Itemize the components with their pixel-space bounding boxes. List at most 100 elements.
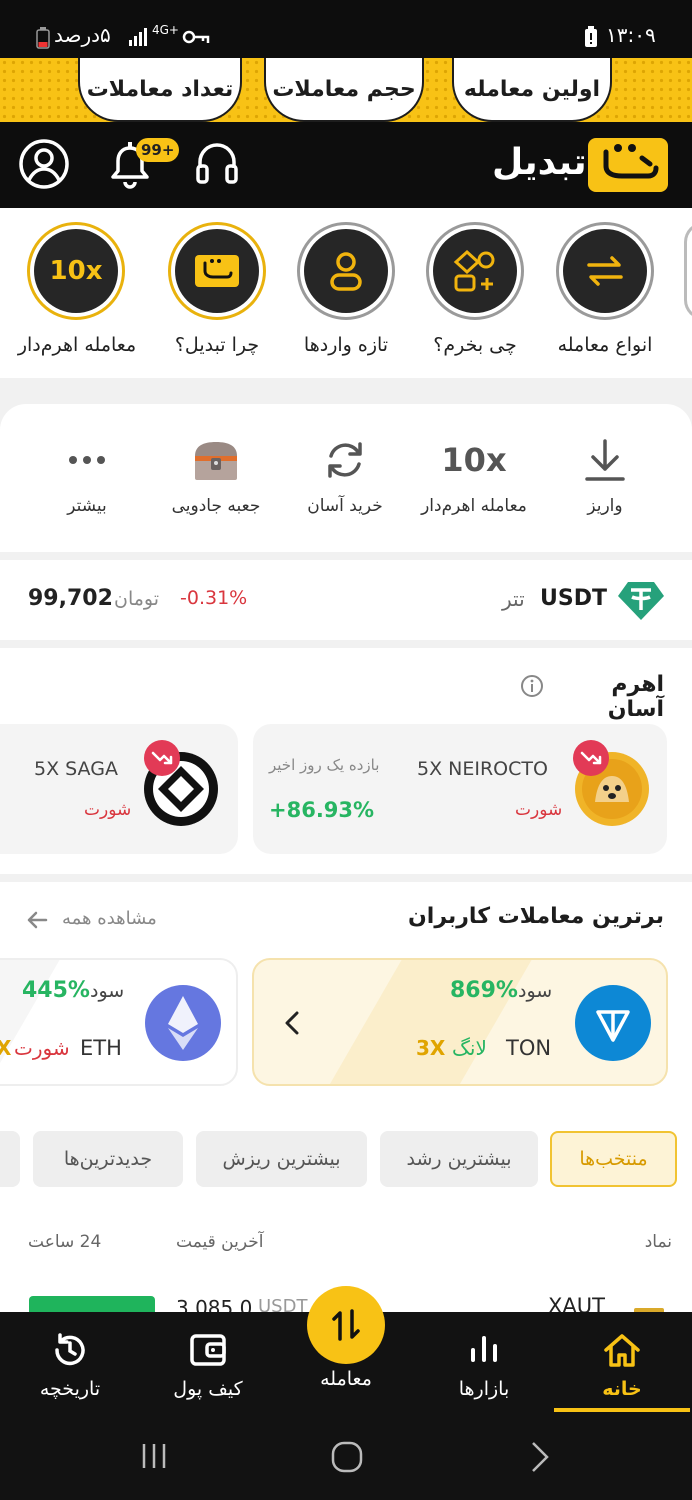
shortcut-why-tabdil[interactable] [168, 222, 266, 320]
story-partial[interactable] [684, 222, 692, 320]
swap-vertical-icon [332, 1309, 360, 1341]
filter-partial[interactable] [0, 1131, 20, 1187]
col-symbol: نماد [644, 1232, 672, 1252]
filter-top-gainers[interactable]: بیشترین رشد [380, 1131, 538, 1187]
back-icon[interactable] [528, 1440, 552, 1474]
eth-leverage: X [0, 1036, 11, 1060]
nav-markets[interactable]: بازارها [424, 1312, 544, 1412]
nav-label-wallet: کیف پول [173, 1378, 243, 1400]
recent-apps-icon[interactable] [138, 1440, 170, 1472]
eth-coin-icon [145, 985, 221, 1061]
filter-top-losers[interactable]: بیشترین ریزش [196, 1131, 367, 1187]
leverage-card-saga[interactable]: 5X SAGA شورت [0, 724, 238, 854]
shortcut-trade-types[interactable] [556, 222, 654, 320]
leverage-10x-icon: 10x [49, 256, 103, 286]
arrow-left-icon [27, 911, 48, 929]
system-nav-bar [0, 1414, 692, 1500]
vpn-key-icon [182, 30, 210, 44]
usdt-price: 99,702 [28, 586, 113, 611]
app-header: 99+ تبدیل [0, 122, 692, 208]
quick-more[interactable]: بیشتر [22, 434, 152, 516]
usdt-price-row[interactable]: USDT تتر -0.31% تومان 99,702 [0, 560, 692, 640]
exchange-arrows-icon [587, 256, 623, 286]
tether-icon [618, 582, 664, 620]
see-all-label: مشاهده همه [62, 908, 157, 929]
saga-direction: شورت [84, 800, 132, 820]
eth-profit-label: سود [90, 980, 125, 1002]
status-bar: ۱۳:۰۹ ۵درصد 4G+ [0, 0, 692, 58]
info-icon[interactable] [520, 674, 544, 698]
profile-icon[interactable] [18, 138, 70, 190]
quick-deposit[interactable]: واریز [540, 434, 670, 516]
trade-fab[interactable] [307, 1286, 385, 1364]
tabdil-logo-icon [195, 255, 239, 287]
ton-symbol: TON [506, 1036, 552, 1060]
download-icon [585, 439, 625, 481]
quick-label-magic-box: جعبه جادویی [171, 496, 261, 516]
home-button-icon[interactable] [330, 1440, 364, 1474]
neirocto-direction: شورت [515, 800, 563, 820]
nav-home[interactable]: خانه [554, 1312, 690, 1412]
wallet-icon [190, 1334, 226, 1366]
usdt-change: -0.31% [180, 587, 248, 609]
brand-logo-icon [588, 138, 668, 192]
battery-percent: ۵درصد [54, 23, 111, 47]
neirocto-period: بازده یک روز اخیر [269, 756, 380, 774]
shortcut-what-to-buy[interactable] [426, 222, 524, 320]
status-time: ۱۳:۰۹ [606, 23, 656, 47]
promo-pill-volume[interactable]: حجم معاملات [264, 58, 424, 122]
quick-easy-buy[interactable]: خرید آسان [280, 434, 410, 516]
promo-pill-first-trade[interactable]: اولین معامله [452, 58, 612, 122]
usdt-symbol: USDT [540, 586, 607, 611]
chevron-left-icon[interactable] [284, 1010, 300, 1036]
ton-leverage: 3X [416, 1036, 446, 1060]
top-trade-card-eth[interactable]: ETH شورت X سود 445% [0, 958, 238, 1086]
ton-coin-icon [575, 985, 651, 1061]
nav-history[interactable]: تاریخچه [10, 1312, 130, 1412]
promo-banner[interactable]: اولین معامله حجم معاملات تعداد معاملات [0, 58, 692, 122]
shortcut-leverage-trade[interactable]: 10x [27, 222, 125, 320]
row-unit: USDT [258, 1296, 308, 1312]
short-trend-icon [573, 740, 609, 776]
ton-profit-label: سود [518, 980, 553, 1002]
usdt-unit: تومان [114, 588, 160, 610]
quick-leverage[interactable]: 10x معامله اهرم‌دار [409, 434, 539, 516]
network-type: 4G+ [152, 23, 179, 37]
chest-icon [195, 442, 237, 480]
leverage-10x-text-icon: 10x [441, 441, 507, 479]
section-divider [0, 874, 692, 882]
shortcut-newcomers[interactable] [297, 222, 395, 320]
eth-symbol: ETH [80, 1036, 122, 1060]
col-last-price: آخرین قیمت [176, 1232, 264, 1252]
support-headset-icon[interactable] [194, 140, 240, 188]
top-trades-section [0, 882, 692, 1312]
active-indicator [554, 1408, 690, 1412]
row-symbol: XAUT [548, 1294, 605, 1312]
nav-trade[interactable]: معامله [286, 1286, 406, 1412]
shortcut-label-trade-types: انواع معامله [557, 334, 653, 356]
signal-icon [129, 28, 147, 46]
notifications-button[interactable]: 99+ [108, 138, 180, 190]
promo-pill-count[interactable]: تعداد معاملات [78, 58, 242, 122]
shortcut-label-why-tabdil: چرا تبدیل؟ [174, 334, 260, 356]
history-icon [55, 1333, 85, 1366]
shortcut-label-leverage-trade: معامله اهرم‌دار [17, 334, 137, 356]
filter-selected[interactable]: منتخب‌ها [550, 1131, 677, 1187]
quick-label-deposit: واریز [587, 496, 623, 516]
quick-label-easy-buy: خرید آسان [307, 496, 383, 516]
top-trade-card-ton[interactable]: TON لانگ 3X سود 869% [252, 958, 668, 1086]
bar-chart-icon [471, 1336, 497, 1362]
brand-name: تبدیل [492, 142, 587, 183]
leverage-title: اهرم آسان [607, 672, 664, 722]
saga-symbol: 5X SAGA [34, 758, 118, 780]
quick-magic-box[interactable]: جعبه جادویی [151, 434, 281, 516]
nav-wallet[interactable]: کیف پول [148, 1312, 268, 1412]
filter-newest[interactable]: جدیدترین‌ها [33, 1131, 183, 1187]
see-all-link[interactable]: مشاهده همه [26, 906, 186, 934]
top-trades-title: برترین معاملات کاربران [408, 904, 664, 929]
nav-label-trade: معامله [320, 1368, 372, 1390]
more-dots-icon [69, 456, 105, 464]
quick-label-more: بیشتر [67, 496, 107, 516]
usdt-name: تتر [502, 587, 525, 611]
leverage-card-neirocto[interactable]: 5X NEIROCTO شورت بازده یک روز اخیر +86.9… [253, 724, 667, 854]
